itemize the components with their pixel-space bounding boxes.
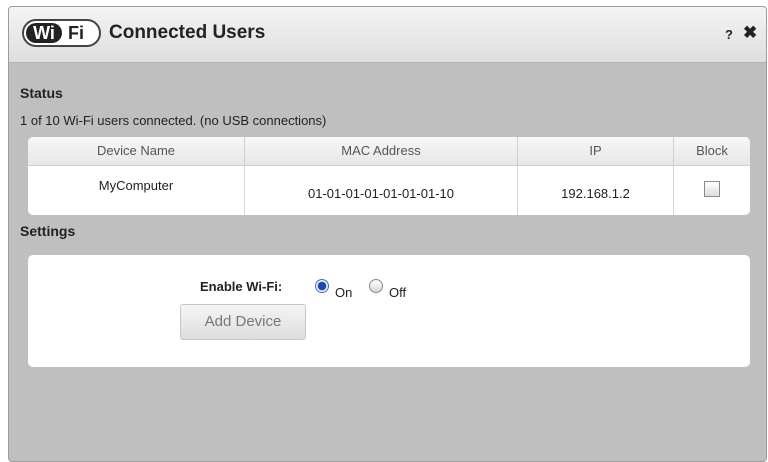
mac-address-cell: 01-01-01-01-01-01-01-10 bbox=[245, 166, 518, 215]
header-ip: IP bbox=[518, 137, 674, 165]
connected-users-dialog: Wi Fi Connected Users ? ✖ Status 1 of 10… bbox=[8, 6, 767, 462]
help-button[interactable]: ? bbox=[725, 27, 733, 42]
settings-panel: Enable Wi-Fi: On Off Add Device bbox=[28, 255, 750, 367]
title-bar: Wi Fi Connected Users ? ✖ bbox=[9, 7, 766, 63]
wifi-logo: Wi Fi bbox=[22, 19, 101, 47]
dialog-title: Connected Users bbox=[109, 22, 266, 43]
connected-users-table: Device Name MAC Address IP Block MyCompu… bbox=[28, 137, 750, 215]
status-heading: Status bbox=[20, 85, 63, 101]
wifi-on-radio[interactable] bbox=[315, 279, 329, 293]
device-name-cell: MyComputer bbox=[28, 166, 245, 215]
wifi-off-radio[interactable] bbox=[369, 279, 383, 293]
wifi-logo-fi: Fi bbox=[68, 23, 84, 43]
add-device-button[interactable]: Add Device bbox=[180, 304, 306, 340]
close-icon[interactable]: ✖ bbox=[743, 24, 757, 42]
header-device-name: Device Name bbox=[28, 137, 245, 165]
status-summary: 1 of 10 Wi-Fi users connected. (no USB c… bbox=[20, 113, 327, 128]
table-header: Device Name MAC Address IP Block bbox=[28, 137, 750, 166]
wifi-off-label: Off bbox=[389, 285, 407, 300]
ip-cell: 192.168.1.2 bbox=[518, 166, 674, 215]
enable-wifi-label: Enable Wi-Fi: bbox=[200, 279, 283, 294]
block-cell bbox=[674, 166, 750, 215]
header-block: Block bbox=[696, 143, 728, 158]
wifi-on-label: On bbox=[335, 285, 353, 300]
block-checkbox[interactable] bbox=[704, 181, 720, 197]
header-mac-address: MAC Address bbox=[245, 137, 518, 165]
wifi-logo-wi: Wi bbox=[26, 23, 62, 43]
settings-heading: Settings bbox=[20, 223, 76, 239]
